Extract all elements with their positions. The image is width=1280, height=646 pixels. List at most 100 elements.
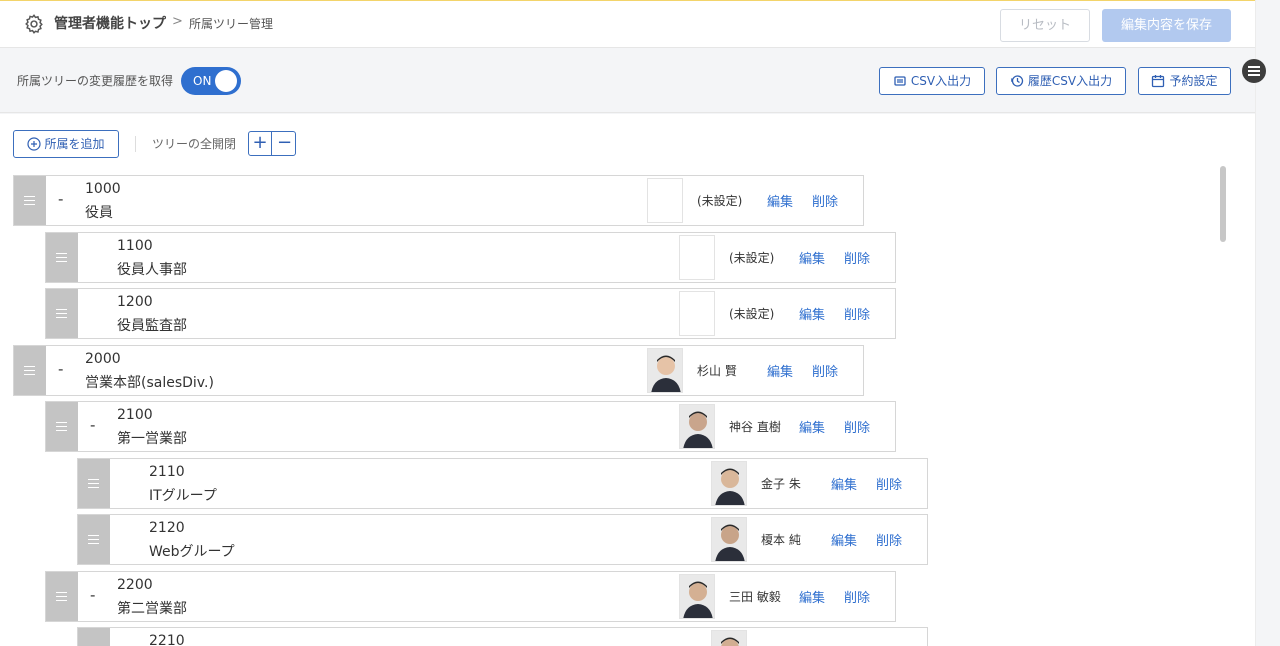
department-code: 2120	[149, 520, 185, 536]
edit-link[interactable]: 編集	[799, 248, 825, 267]
person-icon	[712, 462, 746, 505]
collapse-toggle[interactable]: -	[58, 360, 63, 378]
history-icon	[1010, 75, 1024, 87]
department-code: 1000	[85, 181, 121, 197]
history-csv-button[interactable]: 履歴CSV入出力	[996, 67, 1126, 95]
person-icon	[712, 518, 746, 561]
breadcrumb-current: 所属ツリー管理	[189, 17, 274, 31]
person-icon	[648, 349, 682, 392]
manager-photo	[679, 291, 715, 336]
save-button[interactable]: 編集内容を保存	[1102, 9, 1231, 42]
menu-icon[interactable]	[1242, 59, 1266, 83]
tree-row[interactable]: - 2200 第二営業部 三田 敏毅 編集 削除	[45, 571, 896, 622]
department-name: 役員	[85, 205, 113, 221]
drag-handle-icon[interactable]	[14, 346, 46, 395]
scrollbar-thumb[interactable]	[1220, 166, 1226, 242]
tree-row[interactable]: 1200 役員監査部 (未設定) 編集 削除	[45, 288, 896, 339]
divider	[135, 136, 136, 152]
department-name: 第一営業部	[117, 431, 187, 447]
drag-handle-icon[interactable]	[46, 402, 78, 451]
drag-handle-icon[interactable]	[78, 515, 110, 564]
add-department-label: 所属を追加	[44, 137, 105, 151]
history-toggle[interactable]: ON	[181, 67, 241, 95]
drag-handle-icon[interactable]	[46, 233, 78, 282]
tree-row[interactable]: - 1000 役員 (未設定) 編集 削除	[13, 175, 864, 226]
department-code: 2110	[149, 464, 185, 480]
department-name: 営業本部(salesDiv.)	[85, 375, 214, 391]
edit-link[interactable]: 編集	[767, 191, 793, 210]
csv-file-icon	[894, 76, 906, 86]
collapse-toggle[interactable]: -	[90, 416, 95, 434]
tree-row[interactable]: - 2100 第一営業部 神谷 直樹 編集 削除	[45, 401, 896, 452]
manager-name: 榎本 純	[761, 533, 801, 547]
delete-link[interactable]: 削除	[876, 530, 902, 549]
edit-link[interactable]: 編集	[831, 474, 857, 493]
expand-collapse-group: + −	[248, 131, 296, 156]
right-gutter	[1255, 0, 1280, 646]
delete-link[interactable]: 削除	[844, 587, 870, 606]
drag-handle-icon[interactable]	[78, 459, 110, 508]
delete-link[interactable]: 削除	[876, 474, 902, 493]
manager-name: 三田 敏毅	[729, 590, 781, 604]
department-code: 1100	[117, 238, 153, 254]
delete-link[interactable]: 削除	[844, 417, 870, 436]
collapse-all-button[interactable]: −	[273, 132, 296, 155]
manager-name: 金子 朱	[761, 477, 801, 491]
csv-io-label: CSV入出力	[910, 74, 972, 88]
history-toggle-label: 所属ツリーの変更履歴を取得	[17, 74, 174, 88]
expand-all-label: ツリーの全開閉	[152, 137, 237, 151]
page-title[interactable]: 管理者機能トップ	[54, 13, 166, 33]
tree-row[interactable]: 2120 Webグループ 榎本 純 編集 削除	[77, 514, 928, 565]
edit-link[interactable]: 編集	[831, 530, 857, 549]
manager-photo	[647, 178, 683, 223]
department-code: 2210	[149, 633, 185, 646]
delete-link[interactable]: 削除	[812, 191, 838, 210]
edit-link[interactable]: 編集	[799, 587, 825, 606]
manager-photo	[711, 630, 747, 646]
drag-handle-icon[interactable]	[46, 289, 78, 338]
department-code: 1200	[117, 294, 153, 310]
manager-name: (未設定)	[697, 194, 743, 208]
tree-row[interactable]: 2210編集削除	[77, 627, 928, 646]
department-name: Webグループ	[149, 544, 235, 560]
tree-panel: 所属を追加 ツリーの全開閉 + − -1000 役員 (未設定) 編集 削除 1100 役員…	[0, 114, 1255, 646]
history-csv-label: 履歴CSV入出力	[1027, 74, 1113, 88]
manager-photo	[711, 517, 747, 562]
reset-button[interactable]: リセット	[1000, 9, 1090, 42]
tree-row[interactable]: 2110 ITグループ 金子 朱 編集 削除	[77, 458, 928, 509]
collapse-toggle[interactable]: -	[58, 190, 63, 208]
manager-photo	[679, 235, 715, 280]
schedule-button[interactable]: 予約設定	[1138, 67, 1231, 95]
department-code: 2100	[117, 407, 153, 423]
drag-handle-icon[interactable]	[78, 628, 110, 646]
gear-icon[interactable]	[23, 13, 45, 35]
manager-photo	[711, 461, 747, 506]
department-name: ITグループ	[149, 488, 217, 504]
tree-row[interactable]: 1100 役員人事部 (未設定) 編集 削除	[45, 232, 896, 283]
expand-all-button[interactable]: +	[249, 132, 272, 155]
edit-link[interactable]: 編集	[767, 361, 793, 380]
add-department-button[interactable]: 所属を追加	[13, 130, 119, 158]
department-name: 役員監査部	[117, 318, 187, 334]
delete-link[interactable]: 削除	[812, 361, 838, 380]
person-icon	[680, 575, 714, 618]
edit-link[interactable]: 編集	[799, 304, 825, 323]
delete-link[interactable]: 削除	[844, 304, 870, 323]
delete-link[interactable]: 削除	[844, 248, 870, 267]
manager-photo	[679, 574, 715, 619]
department-name: 役員人事部	[117, 262, 187, 278]
manager-name: (未設定)	[729, 307, 775, 321]
manager-photo	[679, 404, 715, 449]
toolbar: 所属ツリーの変更履歴を取得 ON CSV入出力 履歴CSV入出力 予約設定	[0, 49, 1255, 113]
drag-handle-icon[interactable]	[46, 572, 78, 621]
collapse-toggle[interactable]: -	[90, 586, 95, 604]
schedule-label: 予約設定	[1169, 74, 1218, 88]
plus-circle-icon	[27, 137, 42, 151]
toggle-knob	[215, 70, 237, 92]
drag-handle-icon[interactable]	[14, 176, 46, 225]
csv-io-button[interactable]: CSV入出力	[879, 67, 985, 95]
manager-name: 杉山 賢	[697, 364, 737, 378]
tree-row[interactable]: - 2000 営業本部(salesDiv.) 杉山 賢 編集 削除	[13, 345, 864, 396]
edit-link[interactable]: 編集	[799, 417, 825, 436]
person-icon	[680, 405, 714, 448]
